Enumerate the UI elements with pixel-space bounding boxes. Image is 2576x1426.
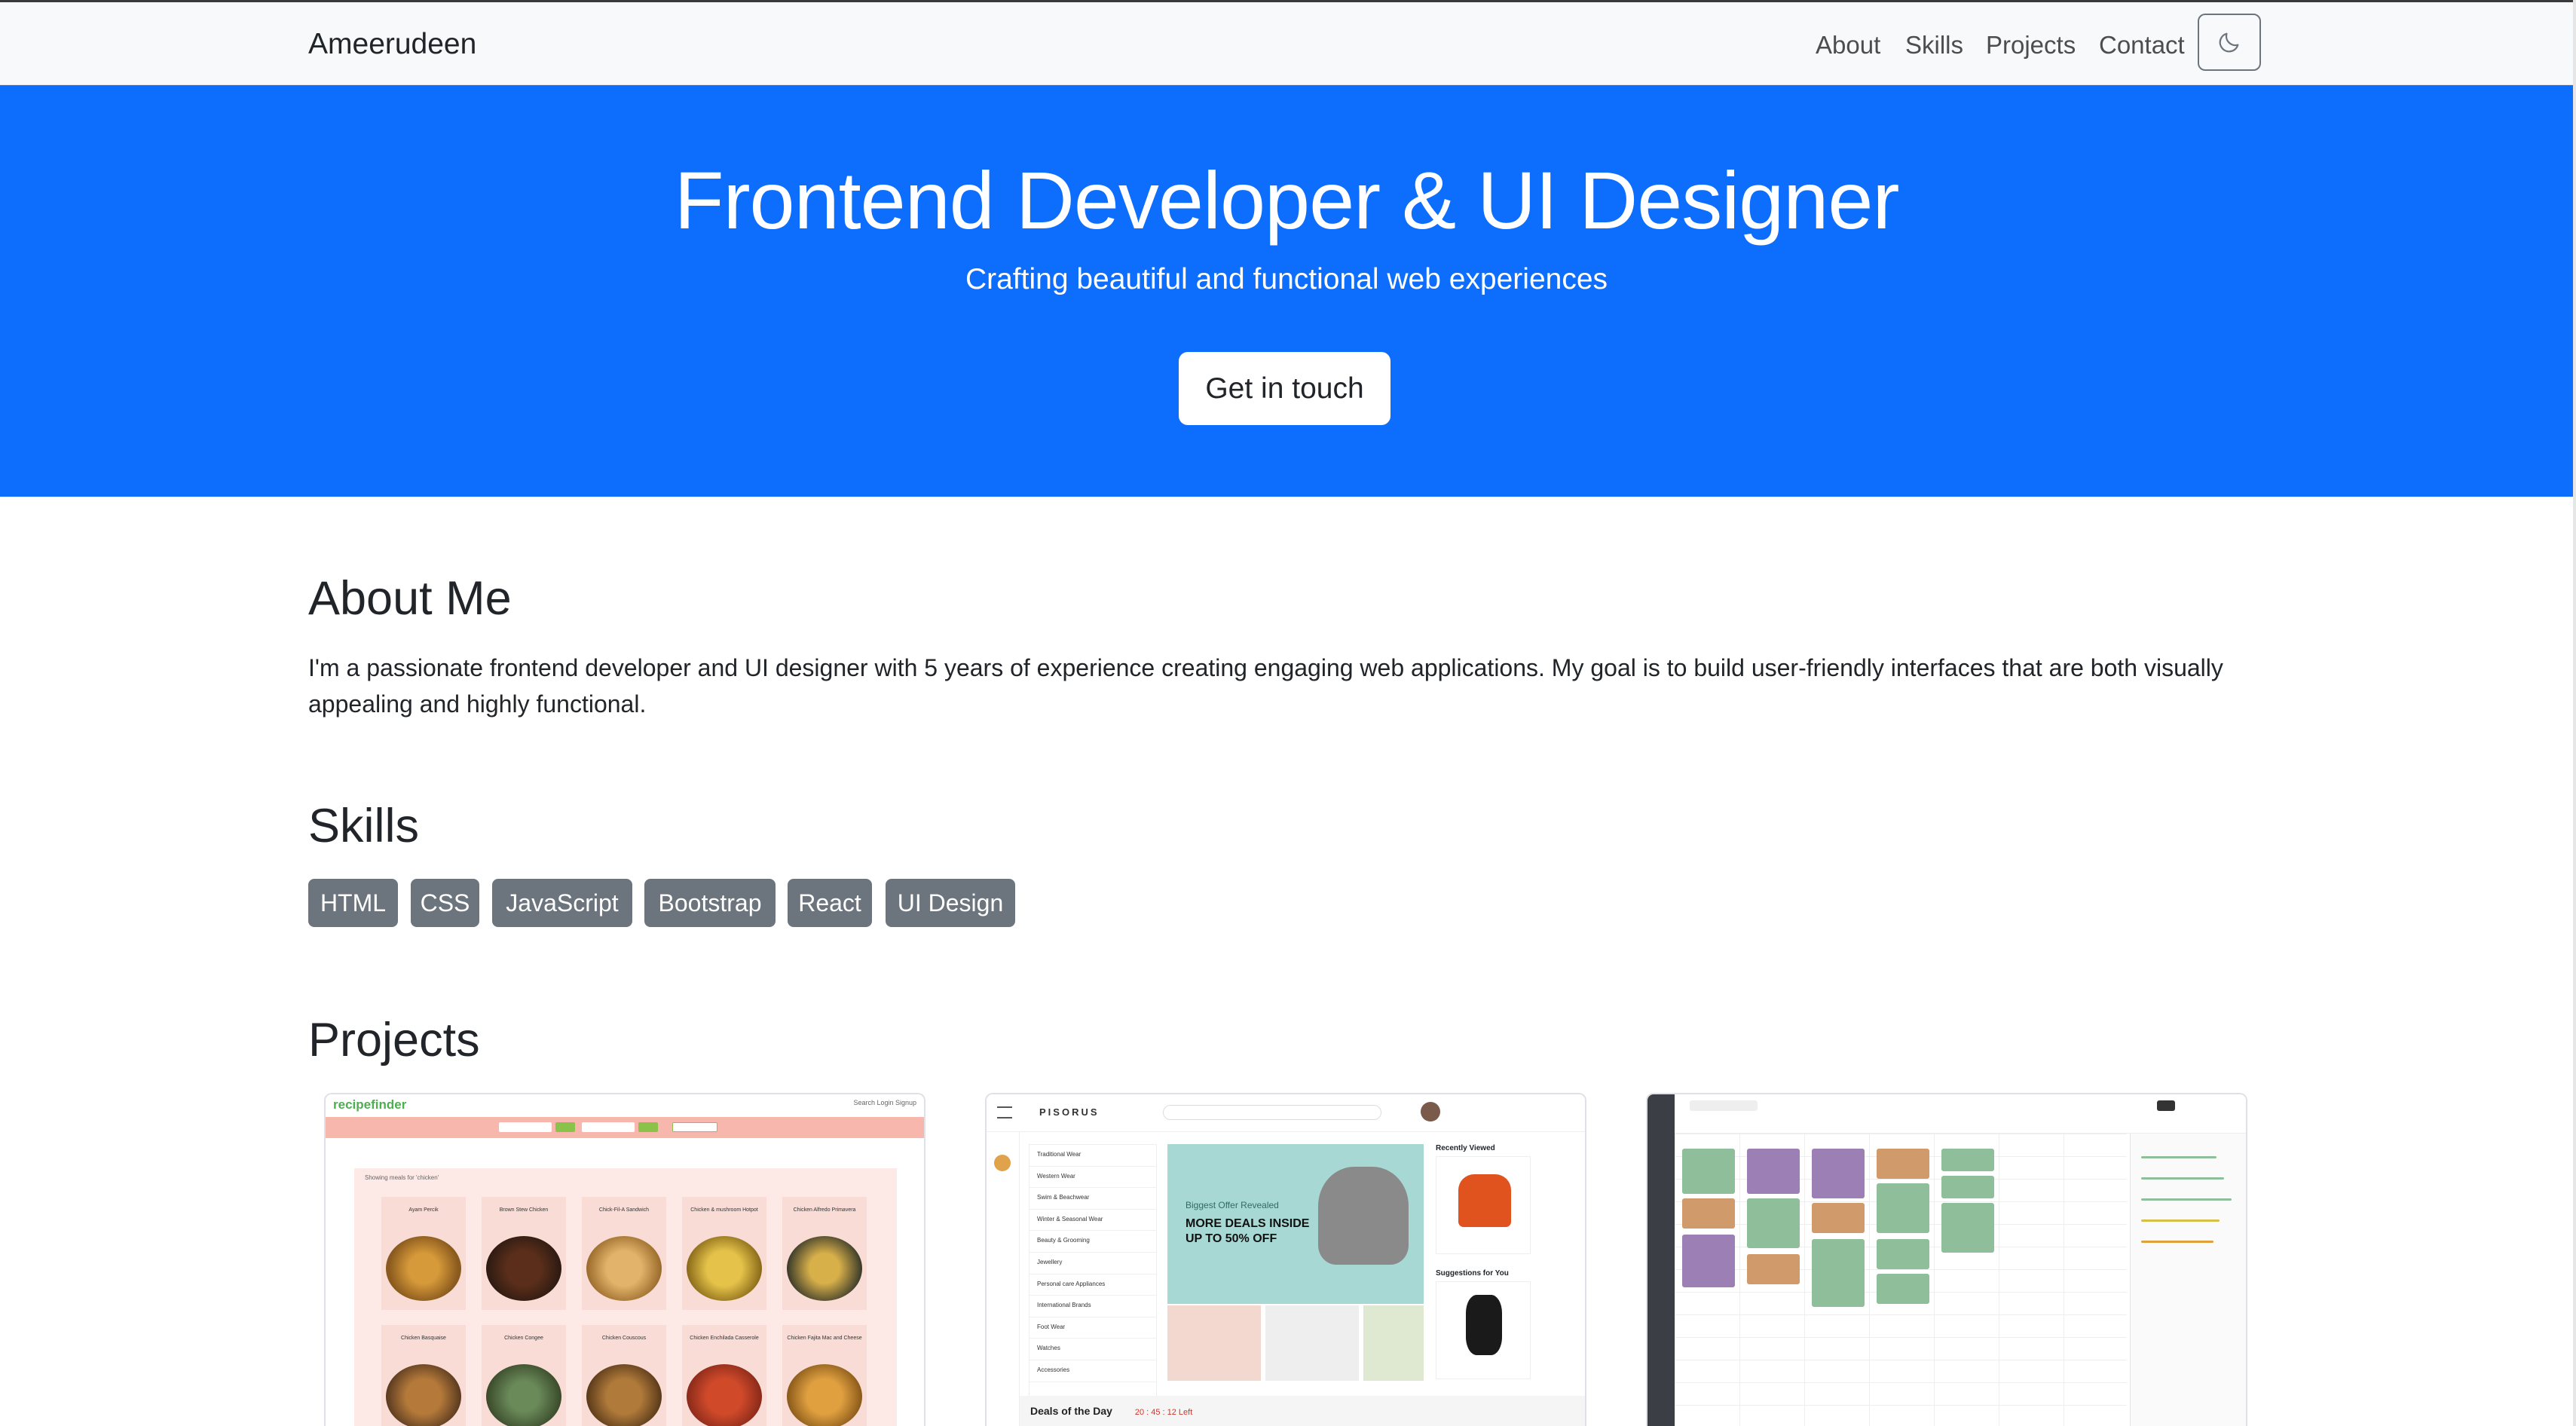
nav-link-contact[interactable]: Contact: [2099, 31, 2185, 60]
recipe-card: Ayam Percik: [381, 1197, 466, 1310]
project-card-calendar[interactable]: [1646, 1093, 2247, 1426]
pisorus-sidebar: [987, 1132, 1020, 1426]
hero-section: Frontend Developer & UI Designer Craftin…: [0, 85, 2573, 497]
recipefinder-logo: recipefinder: [333, 1097, 407, 1112]
recipe-card: Chicken Couscous: [582, 1325, 666, 1426]
moon-icon: [2219, 32, 2239, 53]
recipe-card: Chick-Fil-A Sandwich: [582, 1197, 666, 1310]
pisorus-deals-bar: Deals of the Day 20 : 45 : 12 Left: [1020, 1396, 1585, 1426]
about-text: I'm a passionate frontend developer and …: [308, 654, 2223, 718]
recipefinder-header: recipefinder Search Login Signup: [326, 1094, 924, 1117]
about-heading: About Me: [308, 572, 512, 625]
nav-link-about[interactable]: About: [1816, 31, 1880, 60]
hero-title: Frontend Developer & UI Designer: [674, 155, 1900, 246]
nav-link-skills[interactable]: Skills: [1905, 31, 1963, 60]
recipefinder-note: Showing meals for 'chicken': [365, 1174, 439, 1181]
project-card-recipefinder[interactable]: recipefinder Search Login Signup Showing…: [324, 1093, 925, 1426]
recipe-card: Brown Stew Chicken: [482, 1197, 566, 1310]
window-frame-top: [0, 0, 2576, 2]
nav-link-projects[interactable]: Projects: [1986, 31, 2076, 60]
recipefinder-results: Showing meals for 'chicken' Ayam Percik …: [354, 1168, 897, 1426]
recipe-card: Chicken Alfredo Primavera: [782, 1197, 867, 1310]
projects-heading: Projects: [308, 1014, 480, 1066]
pisorus-logo: PISORUS: [1039, 1106, 1100, 1118]
skill-badge-react: React: [788, 879, 872, 927]
recipefinder-search-bar: [326, 1117, 924, 1138]
pisorus-banner: Biggest Offer Revealed MORE DEALS INSIDE…: [1167, 1144, 1424, 1304]
calendar-grid: [1675, 1134, 2127, 1426]
recipe-card: Chicken Enchilada Casserole: [682, 1325, 766, 1426]
calendar-toolbar: [1675, 1094, 2246, 1134]
theme-toggle-button[interactable]: [2198, 14, 2261, 71]
get-in-touch-button[interactable]: Get in touch: [1179, 352, 1390, 425]
recipe-card: Chicken Fajita Mac and Cheese: [782, 1325, 867, 1426]
skill-badge-css: CSS: [411, 879, 479, 927]
skill-badge-javascript: JavaScript: [492, 879, 632, 927]
skill-badge-html: HTML: [308, 879, 398, 927]
skill-badge-ui-design: UI Design: [886, 879, 1015, 927]
calendar-sidebar: [1647, 1094, 1675, 1426]
pisorus-header: PISORUS: [987, 1094, 1585, 1132]
recipe-card: Chicken & mushroom Hotpot: [682, 1197, 766, 1310]
skill-badge-bootstrap: Bootstrap: [644, 879, 776, 927]
calendar-task-panel: [2130, 1134, 2246, 1426]
recipe-card: Chicken Basquaise: [381, 1325, 466, 1426]
project-card-pisorus[interactable]: PISORUS Traditional Wear Western Wear Sw…: [985, 1093, 1586, 1426]
recipefinder-menu: Search Login Signup: [853, 1099, 916, 1106]
hero-subtitle: Crafting beautiful and functional web ex…: [965, 263, 1608, 295]
recipe-card: Chicken Congee: [482, 1325, 566, 1426]
pisorus-recently-viewed: Recently Viewed Suggestions for You: [1436, 1144, 1576, 1415]
window-scrollbar-track[interactable]: [2573, 0, 2576, 1426]
navbar: Ameerudeen About Skills Projects Contact: [0, 2, 2573, 85]
pisorus-categories: Traditional Wear Western Wear Swim & Bea…: [1029, 1144, 1157, 1415]
brand-link[interactable]: Ameerudeen: [308, 28, 476, 61]
skills-heading: Skills: [308, 800, 420, 852]
